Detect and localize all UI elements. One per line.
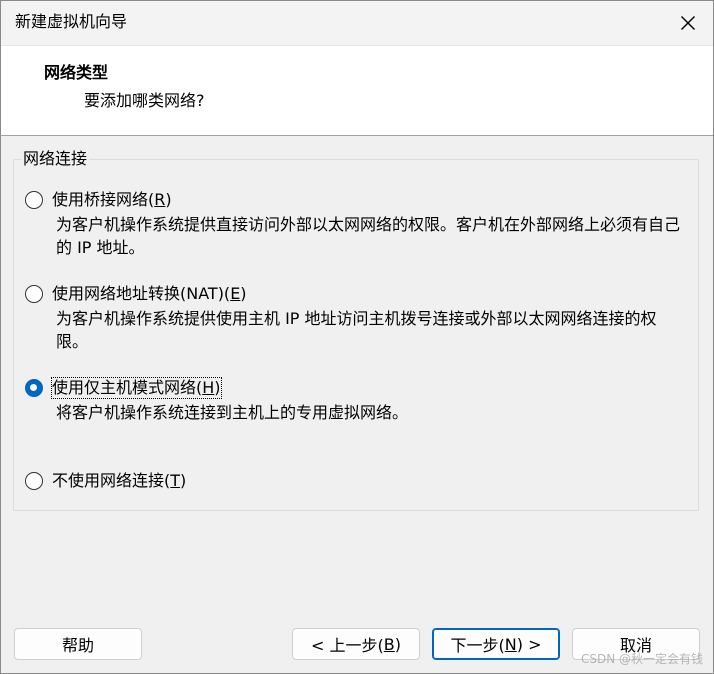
option-host-only: 使用仅主机模式网络(H) 将客户机操作系统连接到主机上的专用虚拟网络。 — [25, 377, 695, 424]
option-bridged: 使用桥接网络(R) 为客户机操作系统提供直接访问外部以太网网络的权限。客户机在外… — [25, 189, 695, 259]
close-icon — [681, 16, 695, 30]
group-title: 网络连接 — [21, 149, 90, 169]
help-button[interactable]: 帮助 — [14, 628, 142, 660]
option-nat: 使用网络地址转换(NAT)(E) 为客户机操作系统提供使用主机 IP 地址访问主… — [25, 283, 695, 353]
label-no-network[interactable]: 不使用网络连接(T) — [52, 471, 186, 491]
radio-nat[interactable] — [25, 285, 43, 303]
close-button[interactable] — [665, 1, 711, 45]
label-nat[interactable]: 使用网络地址转换(NAT)(E) — [52, 284, 247, 304]
wizard-window: 新建虚拟机向导 网络类型 要添加哪类网络? 网络连接 使用桥接网络(R) 为客户… — [0, 0, 714, 674]
radio-row-nat[interactable]: 使用网络地址转换(NAT)(E) — [25, 283, 695, 305]
desc-nat: 为客户机操作系统提供使用主机 IP 地址访问主机拨号连接或外部以太网网络连接的权… — [56, 309, 657, 351]
watermark-text: CSDN @秋一定会有钱 — [580, 652, 703, 666]
desc-bridged: 为客户机操作系统提供直接访问外部以太网网络的权限。客户机在外部网络上必须有自己的… — [56, 215, 681, 257]
radio-no-network[interactable] — [25, 472, 43, 490]
radio-bridged[interactable] — [25, 191, 43, 209]
page-subtitle: 要添加哪类网络? — [84, 91, 205, 110]
wizard-header: 网络类型 要添加哪类网络? — [1, 46, 713, 136]
back-button[interactable]: < 上一步(B) — [292, 628, 420, 660]
label-host-only[interactable]: 使用仅主机模式网络(H) — [51, 377, 222, 399]
next-button[interactable]: 下一步(N) > — [432, 628, 560, 660]
page-title: 网络类型 — [44, 63, 109, 82]
radio-row-host-only[interactable]: 使用仅主机模式网络(H) — [25, 377, 695, 399]
radio-row-bridged[interactable]: 使用桥接网络(R) — [25, 189, 695, 211]
radio-row-no-network[interactable]: 不使用网络连接(T) — [25, 470, 695, 492]
option-no-network: 不使用网络连接(T) — [25, 470, 695, 492]
desc-host-only: 将客户机操作系统连接到主机上的专用虚拟网络。 — [56, 403, 409, 422]
radio-host-only[interactable] — [25, 379, 43, 397]
label-bridged[interactable]: 使用桥接网络(R) — [52, 190, 172, 210]
title-bar[interactable]: 新建虚拟机向导 — [1, 1, 713, 46]
window-title: 新建虚拟机向导 — [15, 12, 128, 31]
